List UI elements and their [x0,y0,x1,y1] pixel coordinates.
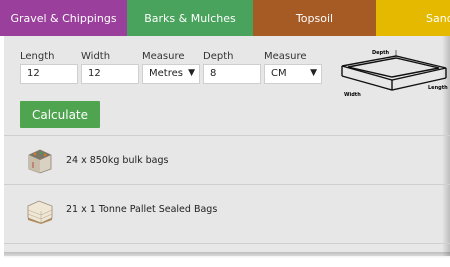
length-label: Length [20,51,55,62]
depth-label: Depth [203,51,234,62]
tab-label: Sand [426,11,450,25]
tab-gravel-chippings[interactable]: Gravel & Chippings [0,0,127,36]
result-text: 21 x 1 Tonne Pallet Sealed Bags [66,204,218,215]
width-label: Width [81,51,111,62]
measure-select-value: Metres [149,68,183,79]
chevron-down-icon: ▼ [188,68,195,78]
divider [4,243,450,244]
divider [4,184,450,185]
tab-label: Barks & Mulches [144,11,236,25]
calculate-button-label: Calculate [31,107,89,122]
tab-sand[interactable]: Sand [376,0,450,36]
diagram-width-label: Width [344,92,361,98]
result-text: 24 x 850kg bulk bags [66,155,169,166]
divider [4,135,450,136]
bulk-bag-icon [28,149,52,174]
depth-measure-select[interactable]: CM ▼ [264,64,322,84]
width-input[interactable]: 12 [81,64,139,84]
calculate-button[interactable]: Calculate [20,101,100,128]
pallet-bags-icon [27,200,53,224]
chevron-down-icon: ▼ [310,68,317,78]
panel-shadow [4,252,450,258]
diagram-depth-label: Depth [372,50,390,56]
measure-label: Measure [264,51,307,62]
tab-label: Gravel & Chippings [10,11,117,25]
measure-select[interactable]: Metres ▼ [142,64,200,84]
length-input[interactable]: 12 [20,64,78,84]
diagram-length-label: Length [428,85,448,91]
dimension-diagram-icon: Depth Width Length [341,50,448,98]
tab-label: Topsoil [295,11,334,25]
tab-topsoil[interactable]: Topsoil [253,0,376,36]
measure-label: Measure [142,51,185,62]
tab-barks-mulches[interactable]: Barks & Mulches [127,0,253,36]
depth-input[interactable]: 8 [203,64,261,84]
depth-measure-select-value: CM [271,68,287,79]
category-tabs: Gravel & Chippings Barks & Mulches Topso… [0,0,450,36]
